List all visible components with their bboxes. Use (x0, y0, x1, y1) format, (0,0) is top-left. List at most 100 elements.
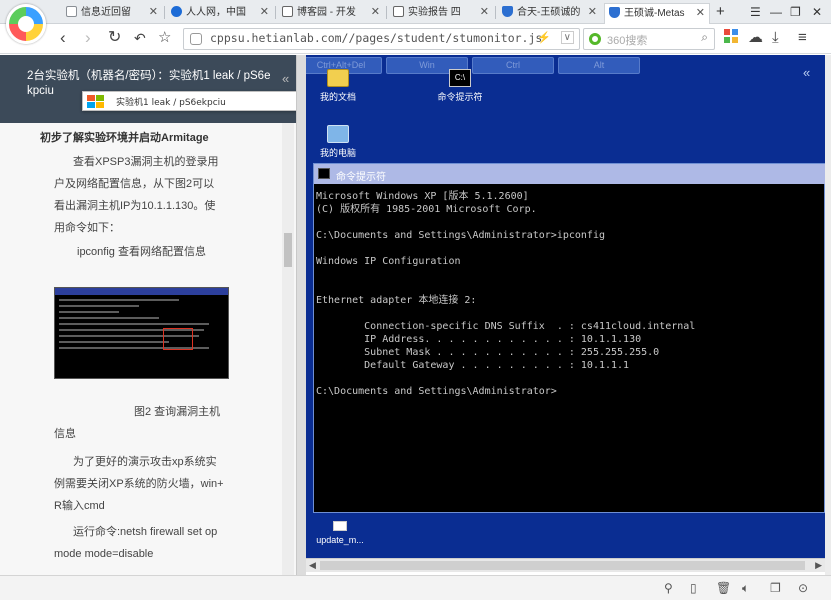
tab-label: 人人网，中国 (186, 7, 246, 18)
cmd-line (316, 216, 824, 229)
tab-separator (386, 6, 387, 19)
menu-icon[interactable]: ≡ (798, 29, 807, 47)
360-search-icon (589, 33, 601, 45)
close-icon[interactable]: ✕ (260, 3, 269, 22)
paragraph-line: 户及网络配置信息，从下图2可以 (54, 178, 215, 190)
desktop-icon-label: 我的文档 (319, 92, 356, 102)
ipconfig-screenshot-thumbnail[interactable] (54, 287, 229, 379)
folder-icon (327, 69, 349, 87)
paragraph-line: 例需要关闭XP系统的防火墙，win+ (54, 478, 224, 490)
close-icon[interactable]: ✕ (149, 3, 158, 22)
tab-separator (164, 6, 165, 19)
undo-icon[interactable]: ↶ (134, 28, 146, 48)
panel-resize-handle[interactable] (296, 55, 306, 575)
remote-desktop[interactable]: Ctrl+Alt+Del Win Ctrl Alt 我的文档 C:\ 命令提示符… (306, 55, 825, 558)
tab-label: 博客园 - 开发 (297, 7, 356, 18)
forward-icon[interactable]: › (85, 28, 91, 48)
cmd-line: Default Gateway . . . . . . . . . : 10.1… (316, 360, 630, 371)
url-text[interactable]: cppsu.hetianlab.com//pages/student/stumo… (210, 31, 542, 45)
lab-machines-title-cont: kpciu (27, 85, 54, 97)
cmd-line: Connection-specific DNS Suffix . : cs411… (316, 321, 696, 332)
scrollbar-thumb[interactable] (284, 233, 292, 267)
cmd-line: (C) 版权所有 1985-2001 Microsoft Corp. (316, 204, 537, 215)
minimize-button[interactable]: — (770, 3, 782, 21)
menu-button[interactable]: ☰ (750, 3, 761, 21)
highlight-box (163, 328, 193, 350)
paragraph-line: 用命令如下： (54, 222, 120, 234)
cmd-line (316, 372, 824, 385)
search-icon[interactable]: ⌕ (701, 30, 708, 45)
tab-3[interactable]: 博客园 - 开发 ✕ (278, 3, 384, 24)
cmd-line (316, 242, 824, 255)
tab-label: 实验报告 四 (408, 7, 461, 18)
figure-caption-cont: 信息 (54, 428, 76, 440)
thumbnail-line (59, 323, 209, 325)
desktop-icon-label: 我的电脑 (319, 148, 356, 158)
alt-key[interactable]: Alt (558, 57, 640, 74)
cnblogs-icon (282, 6, 293, 17)
tab-6-active[interactable]: 王硕诚-Metas ✕ (604, 3, 710, 24)
cmd-titlebar[interactable]: 命令提示符 (314, 164, 825, 184)
desktop-icon-my-documents[interactable]: 我的文档 (310, 69, 366, 103)
tab-2[interactable]: 人人网，中国 ✕ (167, 3, 273, 24)
remote-desktop-bottom: update_m... (306, 513, 825, 558)
window-icon[interactable]: ❐ (770, 581, 781, 595)
tab-separator (495, 6, 496, 19)
close-window-button[interactable]: ✕ (812, 3, 822, 21)
restore-button[interactable]: ❐ (790, 3, 801, 21)
speaker-icon[interactable]: 🔈︎ (742, 581, 749, 596)
tab-separator (275, 6, 276, 19)
cmd-title-text: 命令提示符 (336, 172, 386, 183)
lightning-icon[interactable]: ⚡ (537, 31, 551, 44)
scroll-left-icon[interactable]: ◀ (309, 559, 316, 572)
new-tab-button[interactable]: + (716, 3, 725, 21)
cmd-line: Windows IP Configuration (316, 256, 461, 267)
back-icon[interactable]: ‹ (60, 28, 66, 48)
tab-5[interactable]: 合天-王硕诚的 ✕ (498, 3, 601, 24)
cmd-line (316, 281, 824, 294)
paragraph-line: 为了更好的演示攻击xp系统实 (73, 456, 217, 468)
scrollbar-thumb[interactable] (320, 561, 805, 570)
cmd-output[interactable]: Microsoft Windows XP [版本 5.1.2600] (C) 版… (314, 186, 825, 512)
cnblogs-icon (393, 6, 404, 17)
tab-4[interactable]: 实验报告 四 ✕ (389, 3, 493, 24)
address-bar[interactable]: cppsu.hetianlab.com//pages/student/stumo… (183, 28, 580, 50)
desktop-icon-command-prompt[interactable]: C:\ 命令提示符 (430, 69, 490, 103)
favorite-star-icon[interactable]: ☆ (158, 28, 171, 48)
close-icon[interactable]: ✕ (696, 4, 705, 23)
browser-statusbar: ⚲ ▯ 🗑︎ 🔈︎ ❐ ⊙ (0, 575, 831, 600)
collapse-right-icon[interactable]: « (803, 66, 819, 80)
page-scrollbar[interactable] (825, 55, 831, 575)
download-icon[interactable]: ⤓ (772, 29, 779, 47)
search-box[interactable]: 360搜索 ⌕ (583, 28, 715, 50)
cmd-line: Ethernet adapter 本地连接 2: (316, 295, 477, 306)
cloud-icon[interactable]: ☁ (748, 29, 763, 47)
refresh-icon[interactable]: ↻ (108, 28, 121, 48)
machine-select-dropdown[interactable]: 实验机1 leak / pS6ekpciu ▼ (82, 91, 296, 111)
phone-icon[interactable]: ▯ (690, 581, 697, 595)
remote-horizontal-scrollbar[interactable]: ◀ ▶ (306, 558, 825, 572)
desktop-icon-my-computer[interactable]: 我的电脑 (310, 125, 366, 159)
computer-icon (327, 125, 349, 143)
file-icon (333, 521, 347, 531)
search-placeholder[interactable]: 360搜索 (607, 32, 647, 48)
scroll-right-icon[interactable]: ▶ (815, 559, 822, 572)
virtual-keys-bar: Ctrl+Alt+Del Win Ctrl Alt (306, 55, 825, 75)
command-prompt-window[interactable]: 命令提示符 Microsoft Windows XP [版本 5.1.2600]… (313, 163, 825, 513)
renren-icon (171, 6, 182, 17)
tab-1[interactable]: 信息近回留 ✕ (62, 3, 162, 24)
command-caption: ipconfig 查看网络配置信息 (77, 246, 206, 258)
360-browser-logo[interactable] (6, 4, 46, 44)
trash-icon[interactable]: 🗑︎ (716, 581, 731, 595)
apps-grid-icon[interactable] (724, 29, 738, 48)
paragraph-line: 查看XPSP3漏洞主机的登录用 (73, 156, 219, 168)
close-icon[interactable]: ✕ (588, 3, 597, 22)
desktop-icon-update[interactable]: update_m... (310, 521, 370, 545)
zoom-icon[interactable]: ⊙ (798, 581, 808, 595)
chevron-down-icon[interactable]: ∨ (560, 31, 574, 44)
left-panel-scrollbar[interactable] (282, 123, 294, 575)
collapse-left-icon[interactable]: « (282, 72, 289, 86)
close-icon[interactable]: ✕ (480, 3, 489, 22)
close-icon[interactable]: ✕ (371, 3, 380, 22)
pin-icon[interactable]: ⚲ (664, 581, 673, 595)
